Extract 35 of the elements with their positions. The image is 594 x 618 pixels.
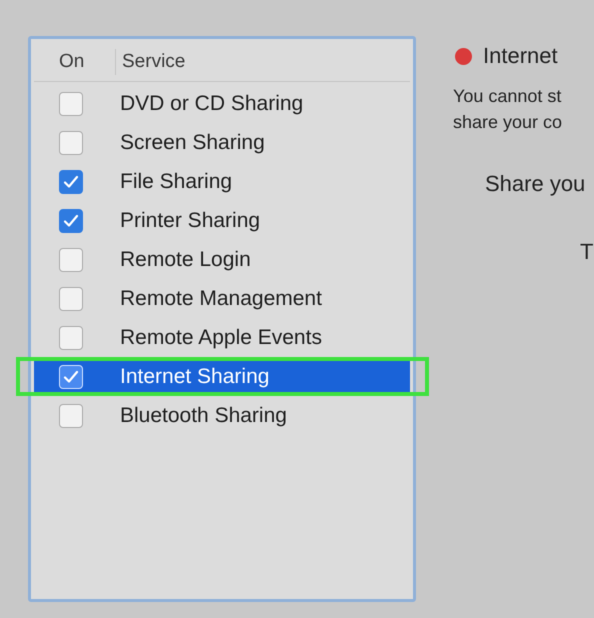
service-name: Bluetooth Sharing <box>120 404 287 428</box>
checkbox[interactable] <box>59 404 83 428</box>
service-row[interactable]: Remote Apple Events <box>34 318 410 357</box>
column-header: On <box>34 49 116 75</box>
service-name: Remote Management <box>120 286 322 310</box>
checkbox[interactable] <box>59 170 83 194</box>
description-text: You cannot st share your co <box>453 85 564 134</box>
service-name: Screen Sharing <box>120 130 265 154</box>
checkbox[interactable] <box>59 130 83 154</box>
checkbox[interactable] <box>59 208 83 232</box>
cut-off-label: T <box>580 239 594 265</box>
service-row[interactable]: Printer Sharing <box>34 201 410 240</box>
checkmark-icon <box>63 174 79 188</box>
service-row[interactable]: DVD or CD Sharing <box>34 84 410 123</box>
service-row[interactable]: Internet Sharing <box>34 361 410 392</box>
checkbox[interactable] <box>59 92 83 116</box>
service-row[interactable]: Screen Sharing <box>34 123 410 162</box>
service-title: Internet <box>483 43 558 69</box>
service-name: Remote Login <box>120 248 251 272</box>
service-name: File Sharing <box>120 170 232 194</box>
service-row[interactable]: File Sharing <box>34 162 410 201</box>
service-row[interactable]: Remote Management <box>34 279 410 318</box>
service-name: DVD or CD Sharing <box>120 92 304 116</box>
checkmark-icon <box>63 214 79 228</box>
checkbox[interactable] <box>59 326 83 350</box>
column-header: Service <box>121 51 186 73</box>
checkbox[interactable] <box>59 286 83 310</box>
service-row[interactable]: Bluetooth Sharing <box>34 396 410 435</box>
checkmark-icon <box>63 370 79 384</box>
service-name: Printer Sharing <box>120 208 260 232</box>
service-name: Remote Apple Events <box>120 326 322 350</box>
share-label: Share you <box>485 171 586 197</box>
checkbox[interactable] <box>59 248 83 272</box>
service-name: Internet Sharing <box>120 364 270 388</box>
service-row[interactable]: Remote Login <box>34 240 410 279</box>
